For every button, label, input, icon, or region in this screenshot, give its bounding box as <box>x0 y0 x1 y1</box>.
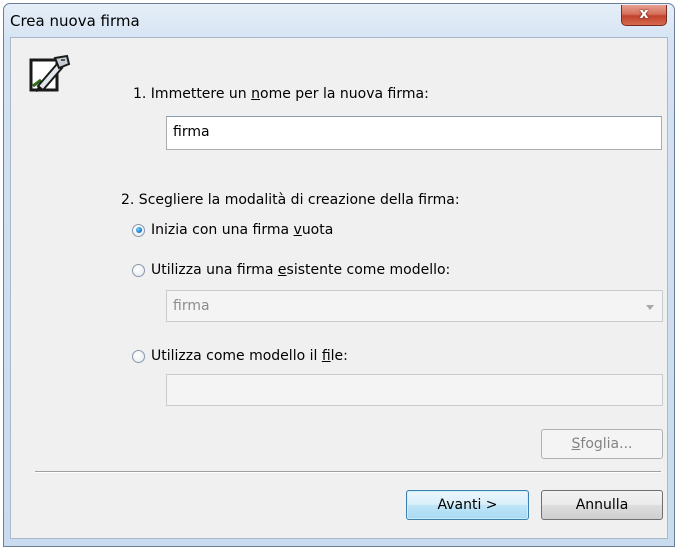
template-file-input <box>166 374 663 406</box>
separator <box>35 471 661 473</box>
signature-name-input[interactable]: firma <box>166 116 662 150</box>
radio-button[interactable] <box>132 263 145 277</box>
name-prompt-label: 1. Immettere un nome per la nuova firma: <box>133 86 429 102</box>
dialog-title: Crea nuova firma <box>10 12 140 30</box>
close-icon: x <box>639 6 649 22</box>
existing-signature-value: firma <box>173 298 210 314</box>
dialog-window: Crea nuova firma x 1. Immettere un nome … <box>3 3 675 547</box>
title-bar[interactable]: Crea nuova firma x <box>4 4 674 38</box>
browse-button: Sfoglia... <box>541 429 663 459</box>
radio-file-template[interactable]: Utilizza come modello il file: <box>132 348 348 364</box>
close-button[interactable]: x <box>621 5 667 26</box>
dialog-content: 1. Immettere un nome per la nuova firma:… <box>10 37 668 539</box>
radio-existing-signature[interactable]: Utilizza una firma esistente come modell… <box>132 262 450 278</box>
radio-empty-signature[interactable]: Inizia con una firma vuota <box>132 222 333 238</box>
signature-pen-icon <box>29 54 71 92</box>
cancel-button[interactable]: Annulla <box>541 490 663 520</box>
radio-button[interactable] <box>132 349 145 363</box>
next-button[interactable]: Avanti > <box>406 490 529 520</box>
chevron-down-icon <box>646 305 654 310</box>
radio-button-checked[interactable] <box>132 223 145 237</box>
signature-name-value: firma <box>173 124 210 140</box>
existing-signature-select: firma <box>166 290 663 322</box>
creation-mode-label: 2. Scegliere la modalità di creazione de… <box>121 192 460 208</box>
radio-file-label: Utilizza come modello il file: <box>151 348 348 364</box>
radio-empty-label: Inizia con una firma vuota <box>151 222 334 238</box>
radio-existing-label: Utilizza una firma esistente come modell… <box>151 262 451 278</box>
